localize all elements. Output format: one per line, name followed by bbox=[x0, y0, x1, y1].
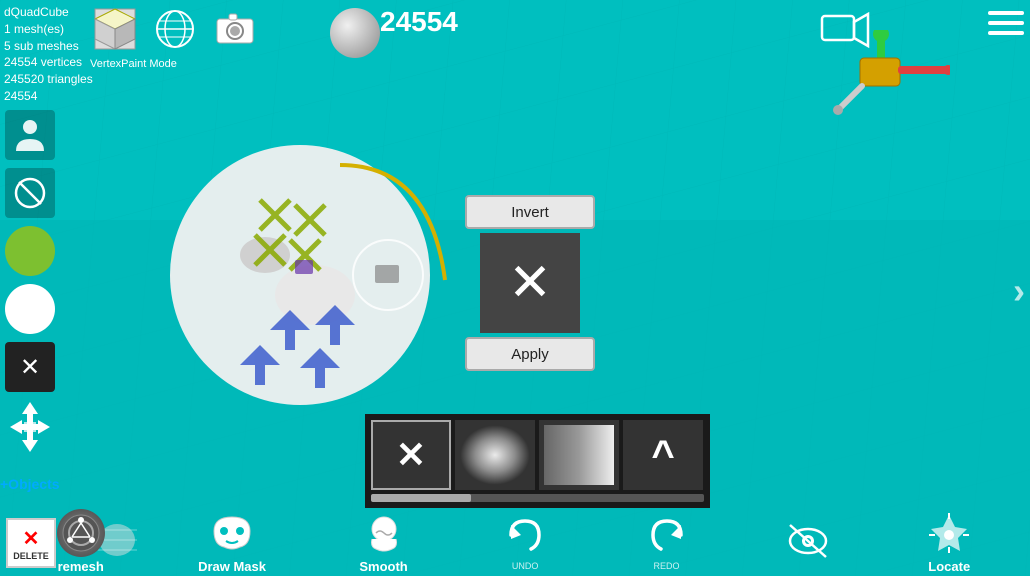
brush-progress-bar[interactable] bbox=[371, 494, 704, 502]
hamburger-line-3 bbox=[988, 31, 1024, 35]
top-counter: 24554 bbox=[380, 6, 458, 38]
x-display[interactable]: ✕ bbox=[480, 233, 580, 333]
sub-meshes: 5 sub meshes bbox=[4, 38, 93, 55]
brush-selector-panel: ✕ ^ bbox=[365, 414, 710, 508]
gizmo-svg bbox=[820, 30, 950, 120]
hamburger-menu[interactable] bbox=[988, 8, 1024, 38]
hide-tool[interactable] bbox=[784, 517, 832, 565]
redo-icon bbox=[643, 511, 691, 559]
x-icon: ✕ bbox=[508, 253, 552, 313]
globe-icon[interactable] bbox=[150, 4, 200, 54]
smooth-label: Smooth bbox=[359, 559, 407, 574]
avatar-tool[interactable] bbox=[5, 110, 55, 160]
cloud-brush-icon bbox=[460, 425, 530, 485]
top-icons bbox=[90, 4, 260, 54]
apply-button[interactable]: Apply bbox=[465, 337, 595, 371]
undo-label: UNDO bbox=[512, 561, 539, 571]
popup-panel: Invert ✕ Apply bbox=[465, 195, 595, 371]
apply-label: Apply bbox=[511, 346, 549, 363]
chevron-brush-icon: ^ bbox=[651, 433, 674, 478]
slash-icon bbox=[14, 177, 46, 209]
white-dot-tool[interactable] bbox=[5, 284, 55, 334]
redo-label: REDO bbox=[653, 561, 679, 571]
remesh-tool[interactable]: remesh bbox=[57, 509, 105, 574]
undo-svg bbox=[503, 513, 547, 557]
smooth-svg bbox=[362, 511, 406, 555]
mask-svg bbox=[210, 513, 254, 553]
vertices: 24554 vertices bbox=[4, 54, 93, 71]
black-x-tool[interactable]: ✕ bbox=[5, 342, 55, 392]
draw-mask-icon bbox=[208, 509, 256, 557]
brush-progress-fill bbox=[371, 494, 471, 502]
model-svg bbox=[140, 100, 460, 420]
smooth-icon bbox=[360, 509, 408, 557]
remesh-icon-visual bbox=[57, 509, 105, 557]
smooth-tool[interactable]: Smooth bbox=[359, 509, 407, 574]
objects-button[interactable]: +Objects bbox=[0, 476, 60, 492]
gradient-brush-icon bbox=[544, 425, 614, 485]
cube-svg bbox=[93, 7, 137, 51]
remesh-label: remesh bbox=[58, 559, 104, 574]
undo-icon bbox=[501, 511, 549, 559]
eye-icon bbox=[784, 517, 832, 565]
invert-button[interactable]: Invert bbox=[465, 195, 595, 229]
hamburger-line-1 bbox=[988, 11, 1024, 15]
slash-tool[interactable] bbox=[5, 168, 55, 218]
camera-icon[interactable] bbox=[210, 4, 260, 54]
sphere-preview bbox=[330, 8, 380, 58]
triangles: 245520 triangles bbox=[4, 71, 93, 88]
redo-svg bbox=[645, 513, 689, 557]
draw-mask-label: Draw Mask bbox=[198, 559, 266, 574]
remesh-svg bbox=[62, 514, 100, 552]
counter-small: 24554 bbox=[4, 88, 93, 105]
globe-svg bbox=[155, 9, 195, 49]
objects-label: +Objects bbox=[0, 476, 60, 492]
redo-tool[interactable]: REDO bbox=[643, 511, 691, 571]
chevron-brush[interactable]: ^ bbox=[623, 420, 703, 490]
locate-icon bbox=[925, 509, 973, 557]
remesh-icon bbox=[57, 509, 105, 557]
draw-mask-tool[interactable]: Draw Mask bbox=[198, 509, 266, 574]
vertex-paint-label: VertexPaint Mode bbox=[90, 58, 177, 70]
invert-label: Invert bbox=[511, 204, 549, 221]
left-sidebar: ✕ bbox=[5, 110, 55, 392]
camera-svg bbox=[215, 11, 255, 47]
green-dot-tool[interactable] bbox=[5, 226, 55, 276]
x-brush-icon: ✕ bbox=[396, 434, 426, 476]
cloud-brush[interactable] bbox=[455, 420, 535, 490]
brush-row: ✕ ^ bbox=[371, 420, 704, 490]
move-tool[interactable] bbox=[8, 400, 52, 459]
locate-tool[interactable]: Locate bbox=[925, 509, 973, 574]
bottom-toolbar: remesh Draw Mask Smooth bbox=[0, 506, 1030, 576]
cube-icon[interactable] bbox=[90, 4, 140, 54]
hamburger-line-2 bbox=[988, 21, 1024, 25]
avatar-icon bbox=[12, 117, 48, 153]
locate-svg bbox=[927, 511, 971, 555]
object-name: dQuadCube bbox=[4, 4, 93, 21]
undo-tool[interactable]: UNDO bbox=[501, 511, 549, 571]
gradient-brush[interactable] bbox=[539, 420, 619, 490]
3d-model[interactable] bbox=[140, 100, 460, 420]
transform-gizmo bbox=[820, 30, 950, 120]
info-panel: dQuadCube 1 mesh(es) 5 sub meshes 24554 … bbox=[4, 4, 93, 105]
nav-chevron-right[interactable]: › bbox=[1013, 270, 1025, 312]
locate-label: Locate bbox=[928, 559, 970, 574]
x-brush[interactable]: ✕ bbox=[371, 420, 451, 490]
eye-svg bbox=[786, 519, 830, 563]
move-tool-icon bbox=[8, 400, 52, 454]
mesh-count: 1 mesh(es) bbox=[4, 21, 93, 38]
